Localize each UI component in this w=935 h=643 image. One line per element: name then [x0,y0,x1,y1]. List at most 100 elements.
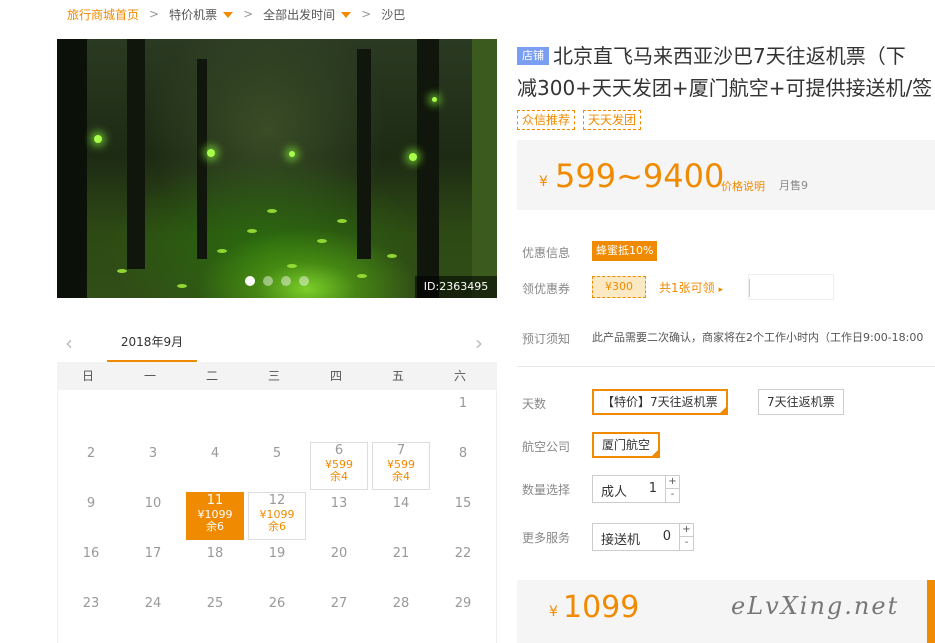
breadcrumb-item-departure[interactable]: 全部出发时间 [263,6,352,23]
coupon-chip[interactable]: ¥300 [592,276,646,298]
calendar-day: 29 [454,596,472,611]
days-option-regular[interactable]: 7天往返机票 [758,389,844,415]
notice-label: 预订须知 [522,332,571,346]
calendar-day: 24 [144,596,162,611]
monthly-sales: 月售9 [779,179,808,192]
calendar-day: 17 [144,546,162,561]
quantity-label: 数量选择 [522,483,571,497]
calendar-day: 26 [268,596,286,611]
breadcrumb-separator: > [361,7,372,21]
total-price-panel: ¥ 1099 eLvXing.net [517,580,927,643]
calendar-day: 25 [206,596,224,611]
breadcrumb-separator: > [243,7,254,21]
calendar-day: 18 [206,546,224,561]
chevron-right-icon[interactable]: › [475,333,489,353]
product-title-line1: 北京直飞马来西亚沙巴7天往返机票（下 [553,44,906,68]
coupon-placeholder [748,274,834,300]
calendar-day: 3 [148,446,158,461]
weekday-thu: 四 [329,369,342,383]
calendar-day: 14 [392,496,410,511]
weekday-wed: 三 [267,369,280,383]
carousel-dot-2[interactable] [263,276,273,286]
days-label: 天数 [522,397,547,411]
carousel-dot-1[interactable] [245,276,255,286]
minus-icon[interactable]: - [665,489,679,502]
calendar-day-selected[interactable]: 11 ¥1099 余6 [186,492,244,540]
calendar-day: 2 [86,446,96,461]
transfer-label: 接送机 [601,533,641,548]
tag-daily-departure: 天天发团 [583,110,642,130]
calendar-day: 5 [272,446,282,461]
plus-icon[interactable]: + [665,476,679,489]
adult-label: 成人 [601,485,628,500]
days-option-special[interactable]: 【特价】7天往返机票 [592,389,728,415]
breadcrumb-item-destination[interactable]: 沙巴 [381,6,405,23]
store-badge: 店铺 [517,47,549,65]
breadcrumb-item-flights[interactable]: 特价机票 [169,6,234,23]
calendar-day: 9 [86,496,96,511]
product-title: 店铺 北京直飞马来西亚沙巴7天往返机票（下 减300+天天发团+厦门航空+可提供接… [517,40,935,104]
promo-label: 优惠信息 [522,246,571,260]
coupon-label: 领优惠券 [522,282,571,296]
calendar-day: 8 [458,446,468,461]
calendar-day-available[interactable]: 6 ¥599 余4 [310,442,368,490]
calendar-day-available[interactable]: 12 ¥1099 余6 [248,492,306,540]
minus-icon[interactable]: - [679,537,693,550]
product-title-line2: 减300+天天发团+厦门航空+可提供接送机/签 [517,76,933,100]
chevron-down-icon [223,12,234,18]
total-currency: ¥ [549,604,558,620]
calendar-day: 13 [330,496,348,511]
adult-count[interactable]: 1 [649,481,657,496]
calendar-day: 16 [82,546,100,561]
calendar-day: 20 [330,546,348,561]
price-range: 599~9400 [555,157,725,195]
service-label: 更多服务 [522,531,571,545]
product-tags: 众信推荐 天天发团 [517,110,642,130]
promo-badge: 蜂蜜抵10% [592,241,658,261]
calendar-day: 28 [392,596,410,611]
plus-icon[interactable]: + [679,524,693,537]
coupon-claim-link[interactable]: 共1张可领 ▸ [659,279,723,296]
price-note-link[interactable]: 价格说明 [721,178,765,194]
calendar-day: 27 [330,596,348,611]
transfer-count[interactable]: 0 [663,529,671,544]
breadcrumb: 旅行商城首页 > 特价机票 > 全部出发时间 > 沙巴 [67,5,405,23]
caret-right-icon: ▸ [718,285,723,295]
calendar-day: 1 [458,396,468,411]
buy-button-edge[interactable] [927,580,935,643]
calendar-month-tab[interactable]: 2018年9月 [107,327,197,363]
divider [517,366,935,367]
product-photo[interactable]: ID:2363495 [57,39,497,298]
notice-text: 此产品需要二次确认，商家将在2个工作小时内（工作日9:00-18:00 [592,331,924,344]
weekday-sun: 日 [81,369,94,383]
calendar-day: 22 [454,546,472,561]
breadcrumb-home[interactable]: 旅行商城首页 [67,6,139,23]
carousel-dots [245,276,309,286]
chevron-left-icon[interactable]: ‹ [65,333,79,353]
calendar-day: 10 [144,496,162,511]
weekday-sat: 六 [453,369,466,383]
chevron-down-icon [341,12,352,18]
calendar-day-available[interactable]: 7 ¥599 余4 [372,442,430,490]
weekday-tue: 二 [205,369,218,383]
airline-label: 航空公司 [522,440,571,454]
carousel-dot-4[interactable] [299,276,309,286]
calendar-day: 23 [82,596,100,611]
calendar-weekday-header: 日 一 二 三 四 五 六 [57,362,497,390]
airline-option-xiamen[interactable]: 厦门航空 [592,432,661,458]
transfer-quantity-stepper: 接送机 0 + - [592,523,694,551]
calendar-day: 4 [210,446,220,461]
price-panel: ¥ 599~9400 价格说明 月售9 [517,140,935,210]
watermark: eLvXing.net [731,592,900,620]
breadcrumb-separator: > [149,7,160,21]
calendar-day: 15 [454,496,472,511]
calendar-day: 19 [268,546,286,561]
carousel-dot-3[interactable] [281,276,291,286]
photo-id-label: ID:2363495 [415,276,497,298]
adult-quantity-stepper: 成人 1 + - [592,475,680,503]
calendar-day: 21 [392,546,410,561]
tag-recommended: 众信推荐 [517,110,576,130]
calendar-grid: 1 2 3 4 5 6 ¥599 余4 7 ¥599 余4 8 9 10 11 … [57,390,497,643]
price-currency: ¥ [539,174,548,190]
weekday-fri: 五 [391,369,404,383]
